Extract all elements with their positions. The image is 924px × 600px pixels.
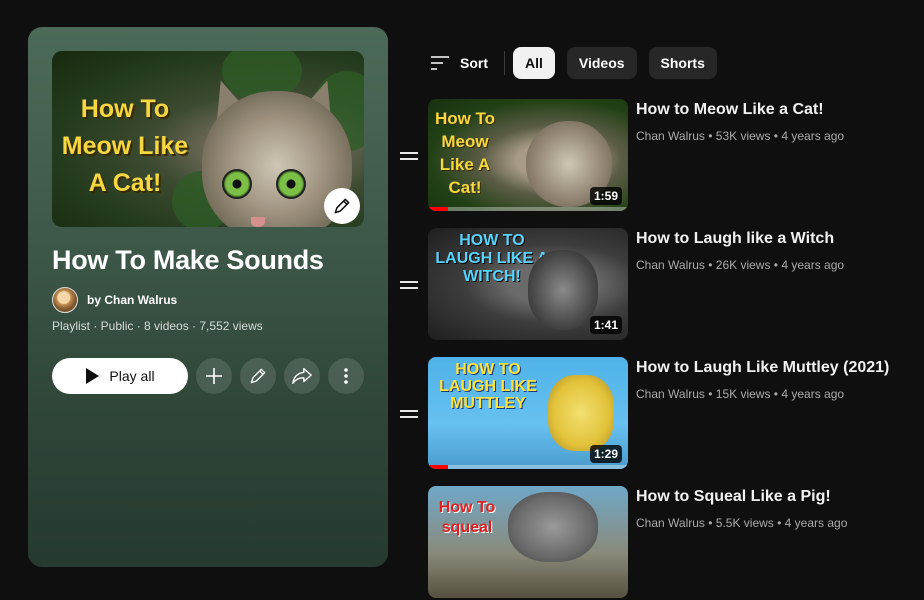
filter-bar: Sort All Videos Shorts	[430, 47, 729, 79]
progress-fill	[428, 465, 448, 469]
video-info: How to Laugh like a Witch Chan Walrus • …	[636, 230, 844, 272]
witch-image	[528, 250, 598, 330]
video-title[interactable]: How to Laugh like a Witch	[636, 230, 844, 248]
video-info: How to Meow Like a Cat! Chan Walrus • 53…	[636, 101, 844, 143]
owner-name[interactable]: by Chan Walrus	[87, 293, 177, 307]
more-options-button[interactable]	[328, 358, 364, 394]
chip-shorts[interactable]: Shorts	[648, 47, 717, 79]
playlist-video-item[interactable]: How To squeal How to Squeal Like a Pig! …	[398, 486, 908, 600]
cover-text: How To Meow Like A Cat!	[61, 95, 189, 197]
share-icon	[292, 367, 312, 385]
video-meta: Chan Walrus • 15K views • 4 years ago	[636, 387, 845, 401]
video-title[interactable]: How to Laugh Like Muttley (2021)	[636, 359, 889, 377]
divider	[504, 51, 505, 75]
play-icon	[86, 368, 100, 384]
video-thumbnail[interactable]: HOW TO LAUGH LIKE A WITCH! 1:41	[428, 228, 628, 340]
playlist-video-item[interactable]: HOW TO LAUGH LIKE A WITCH! 1:41 How to L…	[398, 228, 908, 342]
pig-image	[508, 492, 598, 562]
share-button[interactable]	[284, 358, 320, 394]
sort-label: Sort	[460, 55, 488, 71]
progress-fill	[428, 207, 448, 211]
playlist-video-item[interactable]: How To Meow Like A Cat! 1:59 How to Meow…	[398, 99, 908, 213]
chip-videos[interactable]: Videos	[566, 47, 637, 79]
video-thumbnail[interactable]: How To squeal	[428, 486, 628, 598]
watch-progress	[428, 465, 628, 469]
playlist-meta: Playlist · Public · 8 videos · 7,552 vie…	[52, 319, 263, 333]
watch-progress	[428, 207, 628, 211]
drag-handle-icon[interactable]	[400, 152, 418, 164]
play-all-button[interactable]: Play all	[52, 358, 188, 394]
drag-handle-icon[interactable]	[400, 410, 418, 422]
pencil-icon	[334, 198, 350, 214]
video-info: How to Laugh Like Muttley (2021) Chan Wa…	[636, 359, 889, 401]
thumbnail-text: How To Meow Like A Cat!	[434, 109, 496, 197]
play-all-label: Play all	[109, 368, 155, 384]
playlist-header-panel: How To Meow Like A Cat! How To Make Soun…	[28, 27, 388, 567]
video-thumbnail[interactable]: HOW TO LAUGH LIKE MUTTLEY 1:29	[428, 357, 628, 469]
playlist-video-item[interactable]: HOW TO LAUGH LIKE MUTTLEY 1:29 How to La…	[398, 357, 908, 471]
avatar[interactable]	[52, 287, 78, 313]
video-title[interactable]: How to Squeal Like a Pig!	[636, 488, 847, 506]
playlist-owner[interactable]: by Chan Walrus	[52, 287, 177, 313]
duration-badge: 1:29	[589, 445, 622, 463]
pencil-icon	[250, 368, 266, 384]
muttley-image	[548, 375, 614, 451]
chip-all[interactable]: All	[513, 47, 555, 79]
more-vert-icon	[344, 368, 348, 384]
sort-icon	[431, 56, 449, 70]
duration-badge: 1:41	[589, 316, 622, 334]
sort-button[interactable]: Sort	[430, 55, 488, 71]
edit-playlist-button[interactable]	[240, 358, 276, 394]
drag-handle-icon[interactable]	[400, 281, 418, 293]
video-title[interactable]: How to Meow Like a Cat!	[636, 101, 844, 119]
playlist-actions: Play all	[52, 358, 364, 394]
edit-cover-button[interactable]	[324, 188, 360, 224]
thumbnail-text: HOW TO LAUGH LIKE MUTTLEY	[439, 361, 537, 412]
add-button[interactable]	[196, 358, 232, 394]
video-meta: Chan Walrus • 26K views • 4 years ago	[636, 258, 845, 272]
thumbnail-text: How To squeal	[438, 499, 496, 536]
video-meta: Chan Walrus • 5.5K views • 4 years ago	[636, 516, 848, 530]
duration-badge: 1:59	[589, 187, 622, 205]
playlist-cover-thumbnail[interactable]: How To Meow Like A Cat!	[52, 51, 364, 227]
video-info: How to Squeal Like a Pig! Chan Walrus • …	[636, 488, 847, 530]
plus-icon	[206, 368, 222, 384]
video-thumbnail[interactable]: How To Meow Like A Cat! 1:59	[428, 99, 628, 211]
playlist-title: How To Make Sounds	[52, 245, 324, 275]
video-meta: Chan Walrus • 53K views • 4 years ago	[636, 129, 845, 143]
